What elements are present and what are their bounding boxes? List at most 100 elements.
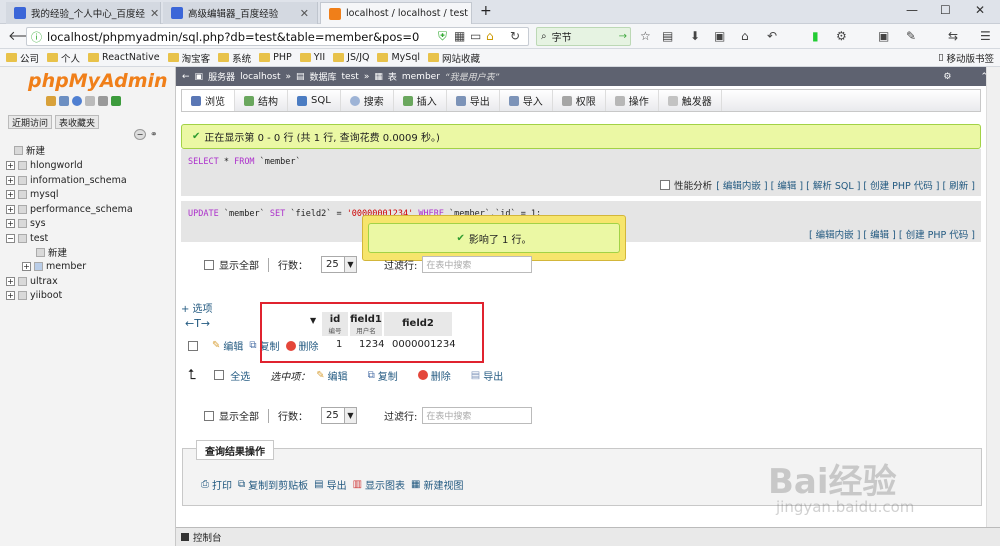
- bookmark-item[interactable]: PHP: [259, 52, 292, 63]
- rows-select[interactable]: 25 ▼: [321, 256, 357, 273]
- mobile-bookmarks[interactable]: ▯ 移动版书签: [938, 51, 994, 65]
- console-bar[interactable]: 控制台: [176, 527, 1000, 546]
- extension-icon[interactable]: ▮: [812, 29, 819, 43]
- tab-import[interactable]: 导入: [500, 90, 553, 111]
- export-button[interactable]: ▤ 导出: [314, 477, 346, 492]
- show-all-checkbox[interactable]: [204, 410, 214, 421]
- expand-icon[interactable]: +: [6, 290, 15, 300]
- expand-icon[interactable]: +: [6, 204, 15, 214]
- tree-db-hlongworld[interactable]: + hlongworld: [6, 158, 83, 172]
- help-icon[interactable]: [72, 96, 82, 106]
- browser-tab-3[interactable]: localhost / localhost / test ✕: [320, 2, 472, 24]
- tab-browse[interactable]: 浏览: [182, 90, 235, 111]
- screen-icon[interactable]: ▭: [470, 29, 481, 43]
- expand-icon[interactable]: +: [22, 261, 31, 271]
- bookmark-item[interactable]: YII: [299, 52, 325, 63]
- download-icon[interactable]: ⬇: [690, 29, 700, 43]
- bulk-delete-button[interactable]: 删除: [417, 368, 451, 383]
- bookmark-item[interactable]: 系统: [218, 51, 251, 65]
- print-button[interactable]: ⎙ 打印: [201, 477, 232, 492]
- close-icon[interactable]: ✕: [300, 7, 309, 20]
- screenshot-icon[interactable]: ▣: [878, 29, 889, 43]
- bookmark-item[interactable]: 公司: [6, 51, 39, 65]
- rows-select[interactable]: 25 ▼: [321, 407, 357, 424]
- settings-icon[interactable]: ⚙: [836, 29, 847, 43]
- tab-privileges[interactable]: 权限: [553, 90, 606, 111]
- tab-operations[interactable]: 操作: [606, 90, 659, 111]
- select-all-checkbox[interactable]: [214, 370, 225, 380]
- gear-icon[interactable]: ⚙: [943, 72, 951, 82]
- expand-icon[interactable]: +: [6, 175, 15, 185]
- profiling-checkbox[interactable]: [660, 180, 671, 190]
- collapse-icon[interactable]: −: [134, 129, 146, 140]
- search-box[interactable]: ⌕ 字节 →: [536, 27, 631, 46]
- tab-export[interactable]: 导出: [447, 90, 500, 111]
- filter-input[interactable]: 在表中搜索: [422, 407, 533, 424]
- tree-db-mysql[interactable]: + mysql: [6, 187, 59, 201]
- breadcrumb-db[interactable]: test: [342, 72, 359, 82]
- home-icon[interactable]: ⌂: [486, 29, 494, 43]
- expand-icon[interactable]: +: [6, 218, 15, 228]
- filter-input[interactable]: 在表中搜索: [422, 256, 533, 273]
- copy-clipboard-button[interactable]: ⧉ 复制到剪贴板: [238, 477, 308, 492]
- reading-list-icon[interactable]: ▤: [662, 29, 673, 43]
- link-icon[interactable]: ⚭: [150, 130, 158, 140]
- home2-icon[interactable]: ⌂: [741, 29, 749, 43]
- select-all-label[interactable]: 全选: [230, 368, 250, 383]
- show-chart-button[interactable]: ▥ 显示图表: [353, 477, 405, 492]
- tab-search[interactable]: 搜索: [341, 90, 394, 111]
- tab-insert[interactable]: 插入: [394, 90, 447, 111]
- menu-icon[interactable]: ☰: [980, 29, 991, 43]
- breadcrumb-server[interactable]: localhost: [240, 72, 280, 82]
- gear-icon[interactable]: [98, 96, 108, 106]
- scrollbar[interactable]: [986, 67, 1000, 527]
- home-icon[interactable]: [46, 96, 56, 106]
- bookmark-item[interactable]: MySql: [377, 52, 420, 63]
- close-icon[interactable]: ✕: [150, 7, 159, 20]
- tree-db-information-schema[interactable]: + information_schema: [6, 173, 127, 187]
- bookmark-item[interactable]: ReactNative: [88, 52, 160, 63]
- panel-icon[interactable]: ▣: [714, 29, 725, 43]
- options-link[interactable]: + 选项: [181, 300, 213, 315]
- phpmyadmin-logo[interactable]: phpMyAdmin: [28, 70, 168, 92]
- bulk-edit-button[interactable]: ✎ 编辑: [316, 368, 347, 383]
- tab-sql[interactable]: SQL: [288, 90, 341, 111]
- show-all-checkbox[interactable]: [204, 259, 214, 270]
- pen-icon[interactable]: ✎: [906, 29, 916, 43]
- bulk-copy-button[interactable]: ⧉ 复制: [368, 368, 398, 383]
- back-icon[interactable]: ←: [182, 72, 190, 82]
- collapse-icon[interactable]: −: [6, 233, 15, 243]
- bookmark-item[interactable]: 个人: [47, 51, 80, 65]
- new-tab-button[interactable]: +: [480, 3, 492, 19]
- sql-option-links[interactable]: [ 编辑内嵌 ] [ 编辑 ] [ 解析 SQL ] [ 创建 PHP 代码 ]…: [716, 178, 975, 192]
- tree-db-ultrax[interactable]: + ultrax: [6, 274, 58, 288]
- logout-icon[interactable]: [59, 96, 69, 106]
- row-edit-button[interactable]: ✎ 编辑: [212, 338, 243, 353]
- tree-table-member[interactable]: + member: [22, 259, 86, 273]
- breadcrumb-table[interactable]: member: [402, 72, 440, 82]
- tree-db-sys[interactable]: + sys: [6, 216, 46, 230]
- row-checkbox[interactable]: [188, 340, 198, 351]
- bookmark-item[interactable]: 淘宝客: [167, 51, 210, 65]
- bookmark-item[interactable]: 网站收藏: [428, 51, 480, 65]
- tools-icon[interactable]: ⇆: [948, 29, 958, 43]
- tree-db-yiiboot[interactable]: + yiiboot: [6, 288, 62, 302]
- tree-db-test[interactable]: − test: [6, 231, 48, 245]
- column-arrows[interactable]: ←T→: [185, 317, 210, 330]
- grid-icon[interactable]: ▦: [454, 29, 465, 43]
- create-view-button[interactable]: ▦ 新建视图: [411, 477, 463, 492]
- update-option-links[interactable]: [ 编辑内嵌 ] [ 编辑 ] [ 创建 PHP 代码 ]: [809, 227, 975, 241]
- tab-triggers[interactable]: 触发器: [659, 90, 722, 111]
- recent-button[interactable]: 近期访问: [8, 115, 53, 129]
- refresh-icon[interactable]: ↻: [510, 29, 520, 43]
- tree-new-db[interactable]: 新建: [14, 143, 45, 157]
- browser-tab-2[interactable]: 高级编辑器_百度经验 ✕: [163, 2, 318, 24]
- expand-icon[interactable]: +: [6, 189, 15, 199]
- expand-icon[interactable]: +: [6, 276, 15, 286]
- tree-db-performance-schema[interactable]: + performance_schema: [6, 202, 133, 216]
- docs-icon[interactable]: [85, 96, 95, 106]
- expand-icon[interactable]: +: [6, 160, 15, 170]
- favorites-button[interactable]: 表收藏夹: [55, 115, 100, 129]
- reload-icon[interactable]: [111, 96, 121, 106]
- browser-tab-1[interactable]: 我的经验_个人中心_百度经 ✕: [6, 2, 161, 24]
